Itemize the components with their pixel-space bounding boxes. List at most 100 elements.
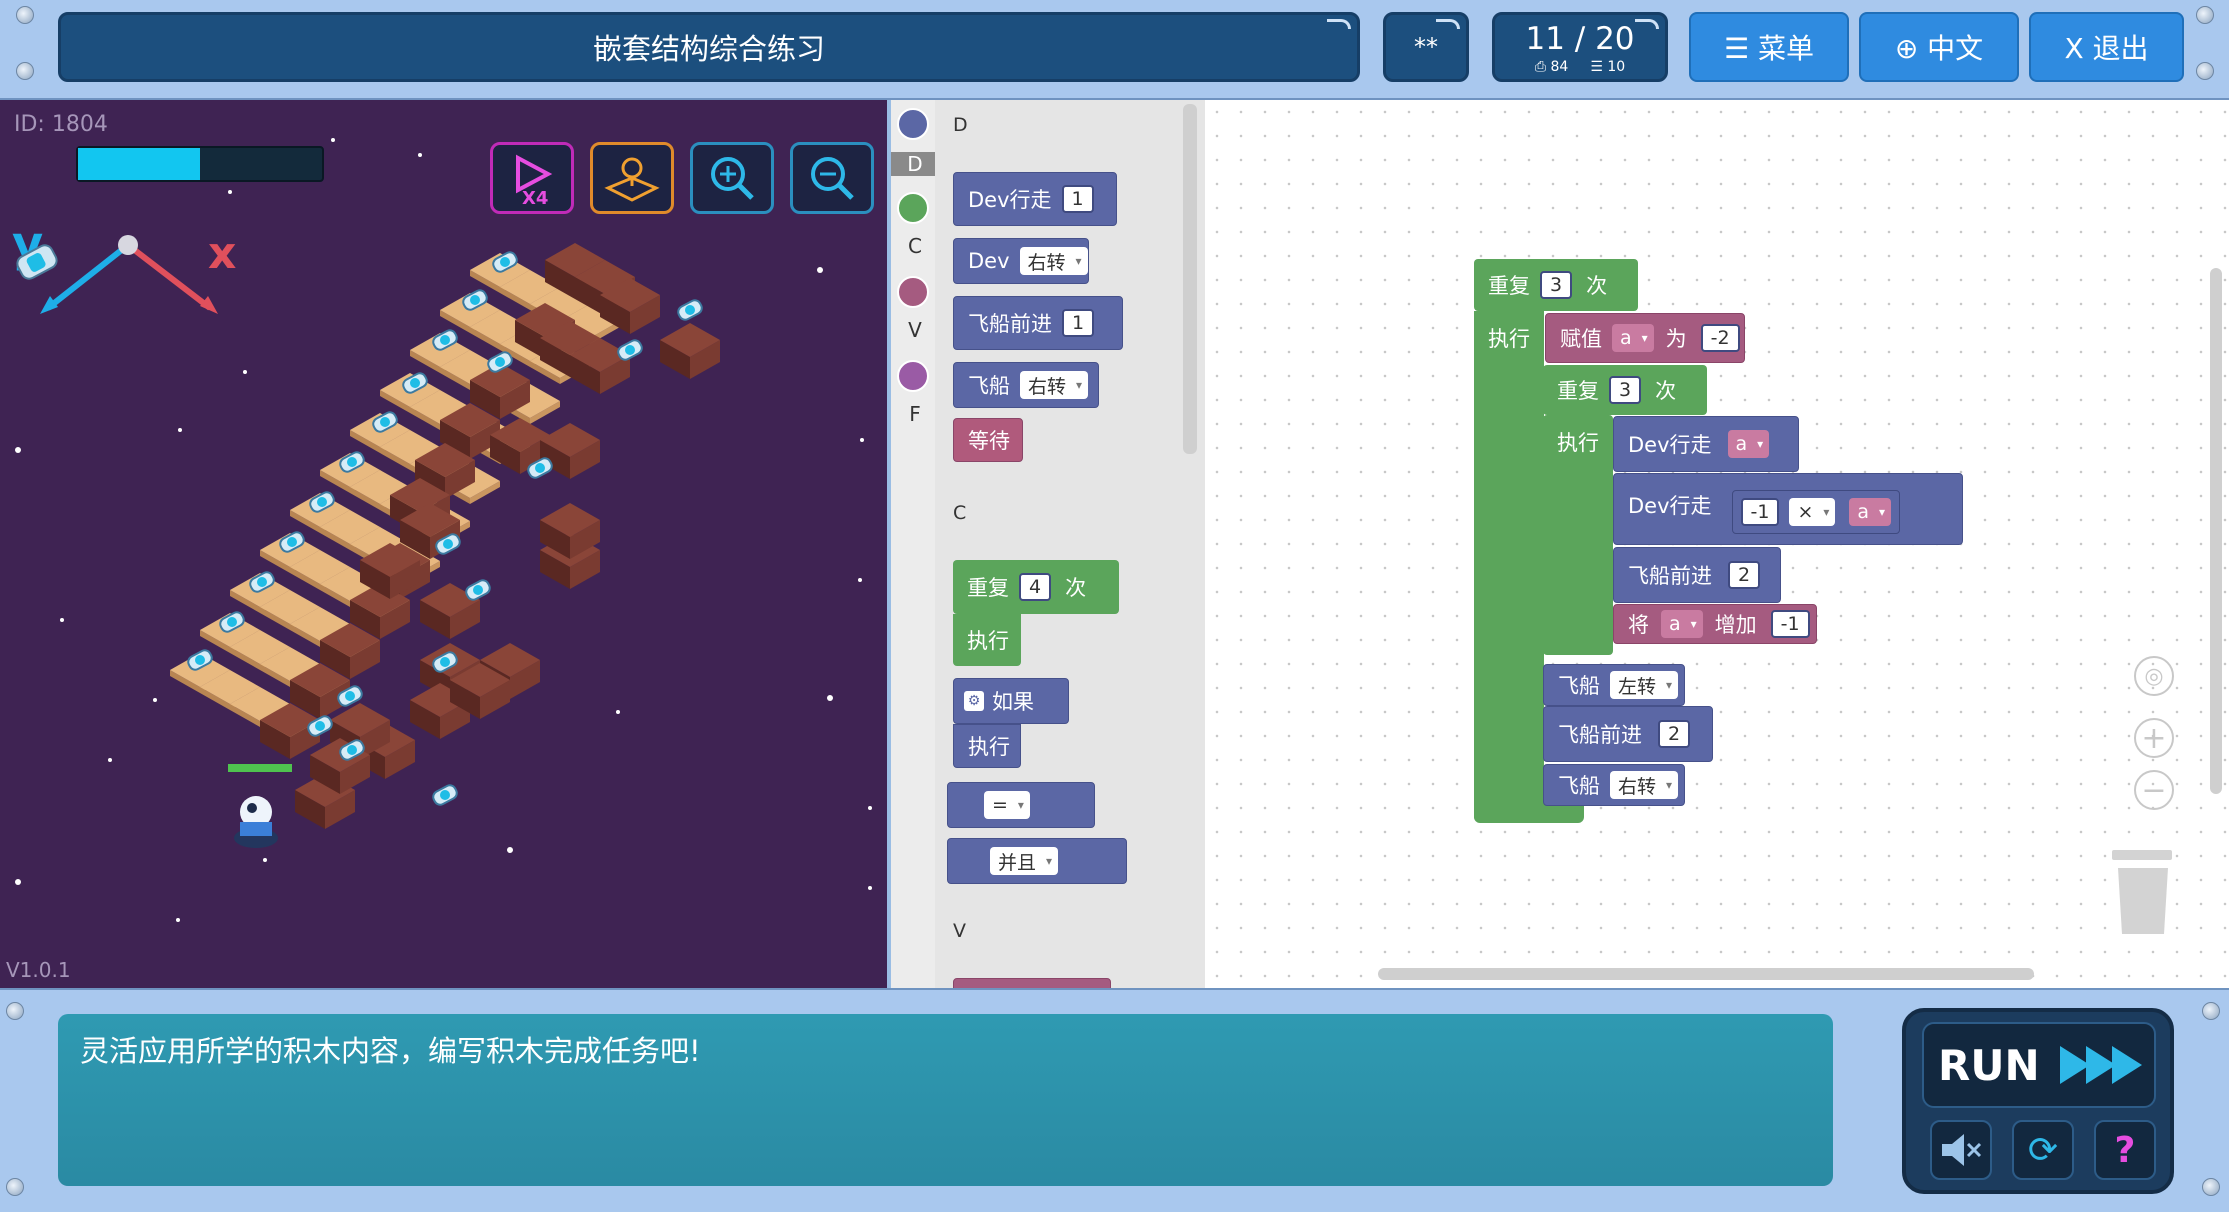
repeat-value[interactable]: 4 (1019, 573, 1052, 601)
category-v-label[interactable]: V (891, 318, 939, 342)
recenter-icon[interactable]: ◎ (2134, 656, 2174, 696)
workspace-h-scrollbar[interactable] (1378, 968, 2034, 980)
logic-and-block[interactable]: 并且 (947, 838, 1127, 884)
zoom-in-button[interactable] (690, 142, 774, 214)
energy-capsule-icon (465, 579, 491, 601)
increase-value[interactable]: -1 (1770, 610, 1810, 638)
mute-button[interactable] (1930, 1120, 1992, 1180)
dev-walk-expr-block[interactable]: Dev行走 -1 × a (1613, 473, 1963, 545)
speed-x4-button[interactable]: X4 (490, 142, 574, 214)
outer-times-text: 次 (1586, 274, 1608, 298)
exit-button[interactable]: X 退出 (2029, 12, 2184, 82)
screw-icon (6, 1002, 24, 1020)
menu-button[interactable]: ☰ 菜单 (1689, 12, 1849, 82)
speed-x4-icon: X4 (516, 154, 553, 206)
category-c-icon[interactable] (897, 192, 929, 224)
inner-repeat-value[interactable]: 3 (1609, 376, 1642, 404)
ship-forward-2-value[interactable]: 2 (1728, 561, 1761, 589)
ship-turn-right-block[interactable]: 飞船 右转 (1543, 764, 1685, 806)
ship-forward-3-block[interactable]: 飞船前进 2 (1543, 706, 1713, 762)
battery-fill (78, 148, 200, 180)
ship-turn-left-block[interactable]: 飞船 左转 (1543, 664, 1685, 706)
dev-walk-value[interactable]: 1 (1061, 185, 1094, 213)
dev-turn-dropdown[interactable]: 右转 (1019, 247, 1088, 275)
inner-repeat-text: 重复 (1557, 379, 1599, 403)
ship-turn-dropdown[interactable]: 右转 (1020, 371, 1089, 399)
run-button[interactable]: RUN (1922, 1022, 2156, 1108)
compare-dropdown[interactable]: = (984, 791, 1030, 819)
dev-walk-text: Dev行走 (968, 188, 1052, 212)
battery-bar (76, 146, 324, 182)
zoom-out-icon (811, 157, 854, 200)
multiply-right-var[interactable]: a (1849, 498, 1892, 526)
workspace-v-scrollbar[interactable] (2210, 268, 2222, 794)
category-d-icon[interactable] (897, 108, 929, 140)
assign-value[interactable]: -2 (1700, 324, 1740, 352)
dev-turn-block[interactable]: Dev 右转 (953, 238, 1089, 284)
inner-times-text: 次 (1655, 379, 1677, 403)
category-f-icon[interactable] (897, 360, 929, 392)
ship-forward-block[interactable]: 飞船前进 1 (953, 296, 1123, 350)
run-label: RUN (1938, 1040, 2040, 1090)
x-axis-label: x (208, 228, 236, 279)
gear-icon[interactable]: ⚙ (964, 691, 984, 711)
category-d-label[interactable]: D (891, 152, 939, 176)
ship-forward-3-value[interactable]: 2 (1658, 720, 1691, 748)
category-f-label[interactable]: F (891, 402, 939, 426)
assign-text: 赋值 (1560, 327, 1602, 351)
ship-left-text: 飞船 (1558, 674, 1600, 698)
reset-button[interactable]: ⟳ (2012, 1120, 2074, 1180)
screw-icon (2202, 1178, 2220, 1196)
ship-forward-2-block[interactable]: 飞船前进 2 (1613, 547, 1781, 603)
screw-icon (16, 6, 34, 24)
if-do-text: 执行 (968, 735, 1010, 759)
help-button[interactable]: ? (2094, 1120, 2156, 1180)
toolbox-categories: D C V F (887, 100, 939, 988)
flyout-scrollbar[interactable] (1183, 104, 1197, 454)
section-v-label: V (953, 920, 966, 942)
multiply-dropdown[interactable]: × (1789, 498, 1836, 526)
logic-dropdown[interactable]: 并且 (990, 847, 1059, 875)
ship-turn-block[interactable]: 飞船 右转 (953, 362, 1099, 408)
fast-forward-icon (2059, 1046, 2142, 1084)
dev-walk-a-dropdown[interactable]: a (1727, 430, 1770, 458)
svg-text:X4: X4 (522, 188, 548, 206)
level-progress: 11 / 20 ⎙ 84 ☰ 10 (1492, 12, 1668, 82)
if-block[interactable]: ⚙ 如果 执行 (953, 678, 1069, 768)
section-c-label: C (953, 502, 967, 524)
repeat-block[interactable]: 重复 4 次 执行 (953, 560, 1119, 666)
set-text: 将 (1628, 613, 1649, 637)
task-message: 灵活应用所学的积木内容，编写积木完成任务吧! (58, 1014, 1833, 1186)
game-scene: y x (12, 138, 872, 922)
level-title-text: 嵌套结构综合练习 (592, 32, 825, 66)
outer-repeat-value[interactable]: 3 (1540, 271, 1573, 299)
map-button[interactable] (590, 142, 674, 214)
compare-block[interactable]: = (947, 782, 1095, 828)
multiply-expression[interactable]: -1 × a (1731, 490, 1901, 534)
obstacle-block (660, 323, 720, 379)
dev-walk-a-text: Dev行走 (1628, 433, 1712, 457)
trash-icon[interactable] (2108, 850, 2178, 940)
increase-block[interactable]: 将a 增加 -1 (1613, 604, 1817, 644)
category-c-label[interactable]: C (891, 234, 939, 258)
multiply-left-value[interactable]: -1 (1740, 498, 1780, 526)
ship-right-dropdown[interactable]: 右转 (1610, 771, 1679, 799)
increase-var-dropdown[interactable]: a (1661, 610, 1703, 638)
zoom-in-workspace-icon[interactable]: + (2134, 718, 2174, 758)
assign-var-dropdown[interactable]: a (1612, 324, 1654, 352)
category-v-icon[interactable] (897, 276, 929, 308)
zoom-out-workspace-icon[interactable]: − (2134, 770, 2174, 810)
ship-left-dropdown[interactable]: 左转 (1610, 671, 1679, 699)
zoom-out-button[interactable] (790, 142, 874, 214)
dev-walk-a-block[interactable]: Dev行走 a (1613, 416, 1799, 472)
x-axis-line (126, 242, 212, 311)
wait-text: 等待 (968, 429, 1010, 453)
password-display[interactable]: ** (1383, 12, 1469, 82)
language-button[interactable]: ⊕ 中文 (1859, 12, 2019, 82)
dev-walk-block[interactable]: Dev行走 1 (953, 172, 1117, 226)
ship-forward-value[interactable]: 1 (1062, 309, 1095, 337)
wait-block[interactable]: 等待 (953, 418, 1023, 462)
assign-block[interactable]: 赋值 a为 -2 (1545, 313, 1745, 363)
mute-icon (1942, 1134, 1982, 1166)
screw-icon (16, 62, 34, 80)
